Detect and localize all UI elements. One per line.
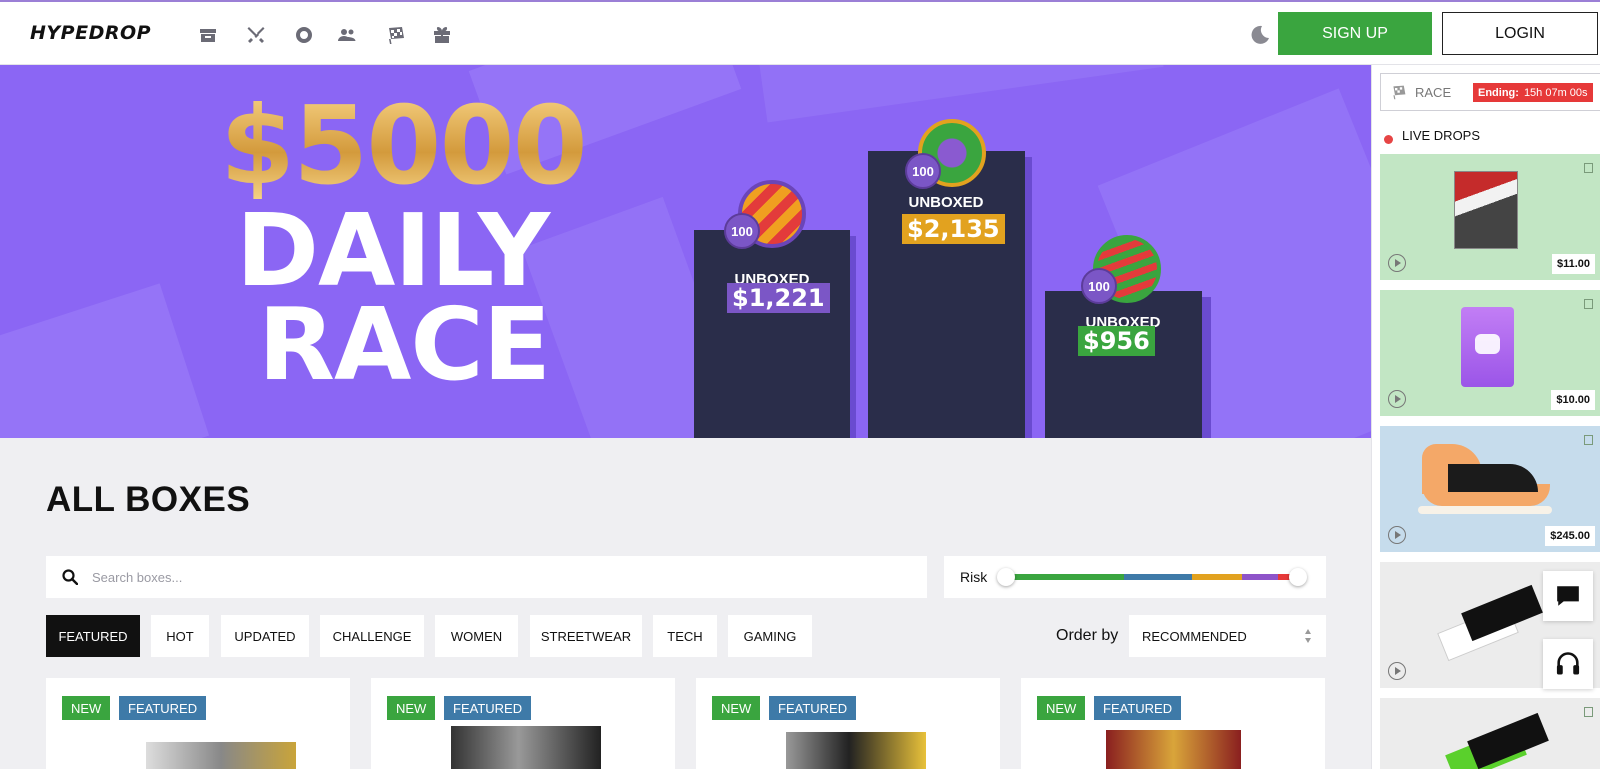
unboxed-label: UNBOXED	[908, 194, 984, 211]
hd-tickets-green-image	[1440, 712, 1549, 769]
podium-shadow	[1201, 297, 1211, 438]
rank-badge: 100	[905, 153, 941, 189]
live-drop-item[interactable]	[1380, 698, 1600, 769]
tab-challenge[interactable]: CHALLENGE	[320, 615, 424, 657]
box-preview-image	[146, 742, 296, 769]
banner-prize-amount: $5000	[220, 84, 588, 209]
chat-bubble-icon	[1557, 586, 1579, 606]
page-title: ALL BOXES	[46, 480, 251, 519]
tab-women[interactable]: WOMEN	[435, 615, 518, 657]
order-by-value: RECOMMENDED	[1142, 628, 1247, 644]
tab-streetwear[interactable]: STREETWEAR	[530, 615, 642, 657]
checker-decor	[0, 283, 210, 438]
featured-badge: FEATURED	[769, 696, 857, 720]
play-icon[interactable]	[1388, 254, 1406, 272]
daily-race-banner[interactable]: $5000 DAILY RACE 100 UNBOXED $1,221 100 …	[0, 65, 1371, 438]
order-by-label: Order by	[1056, 627, 1119, 644]
featured-badge: FEATURED	[444, 696, 532, 720]
search-icon	[62, 569, 78, 585]
unboxed-value: $956	[1078, 326, 1155, 356]
race-flag-icon[interactable]	[385, 24, 407, 46]
live-drop-item[interactable]: $245.00	[1380, 426, 1600, 552]
tab-updated[interactable]: UPDATED	[221, 615, 309, 657]
featured-badge: FEATURED	[119, 696, 207, 720]
support-button[interactable]	[1543, 639, 1593, 689]
box-preview-image	[451, 726, 601, 769]
risk-label: Risk	[960, 569, 988, 585]
tab-hot[interactable]: HOT	[151, 615, 209, 657]
drop-price: $11.00	[1551, 254, 1595, 274]
search-input[interactable]	[92, 569, 892, 585]
game-cover-image	[1454, 171, 1518, 249]
drop-checkbox-icon	[1584, 707, 1593, 717]
tab-gaming[interactable]: GAMING	[728, 615, 812, 657]
banner-title-race: RACE	[258, 286, 551, 403]
unboxed-value: $2,135	[902, 214, 1005, 244]
rank-badge: 100	[1081, 268, 1117, 304]
new-badge: NEW	[712, 696, 761, 720]
live-drop-item[interactable]: $10.00	[1380, 290, 1600, 416]
affiliates-icon[interactable]	[336, 24, 358, 46]
play-icon[interactable]	[1388, 662, 1406, 680]
race-widget[interactable]: RACE Ending: 15h 07m 00s	[1380, 73, 1600, 111]
hd-tickets-image	[1437, 584, 1543, 662]
race-label: RACE	[1415, 84, 1452, 100]
new-badge: NEW	[1037, 696, 1086, 720]
featured-badge: FEATURED	[1094, 696, 1182, 720]
drop-checkbox-icon	[1584, 163, 1593, 173]
top-header: HYPEDROP SIGN UP LOGIN	[0, 0, 1600, 65]
unboxed-value: $1,221	[727, 283, 830, 313]
ending-label: Ending:	[1478, 86, 1519, 99]
new-badge: NEW	[62, 696, 111, 720]
ending-countdown: 15h 07m 00s	[1523, 86, 1588, 99]
live-drops-label: LIVE DROPS	[1402, 128, 1481, 143]
tab-featured[interactable]: FEATURED	[46, 615, 140, 657]
order-by-select[interactable]: RECOMMENDED	[1129, 615, 1326, 657]
drop-price: $245.00	[1545, 526, 1595, 546]
signup-button[interactable]: SIGN UP	[1278, 12, 1432, 55]
sneaker-image	[1418, 444, 1554, 518]
rewards-gift-icon[interactable]	[431, 24, 453, 46]
play-icon[interactable]	[1388, 390, 1406, 408]
chat-button[interactable]	[1543, 571, 1593, 621]
podium-left	[694, 230, 850, 438]
drop-checkbox-icon	[1584, 299, 1593, 309]
play-icon[interactable]	[1388, 526, 1406, 544]
tab-tech[interactable]: TECH	[653, 615, 717, 657]
search-bar[interactable]	[46, 556, 927, 598]
battles-icon[interactable]	[245, 24, 267, 46]
deals-icon[interactable]	[293, 24, 315, 46]
discord-nitro-card-image	[1461, 307, 1514, 387]
live-drop-item[interactable]: $11.00	[1380, 154, 1600, 280]
risk-filter: Risk	[944, 556, 1326, 598]
drop-checkbox-icon	[1584, 435, 1593, 445]
risk-max-handle[interactable]	[1289, 568, 1307, 586]
drop-price: $10.00	[1551, 390, 1595, 410]
checker-decor	[756, 65, 1164, 123]
box-card[interactable]: NEW FEATURED	[696, 678, 1000, 769]
race-ending-badge: Ending: 15h 07m 00s	[1473, 83, 1593, 102]
risk-min-handle[interactable]	[997, 568, 1015, 586]
new-badge: NEW	[387, 696, 436, 720]
box-card[interactable]: NEW FEATURED	[371, 678, 675, 769]
rank-badge: 100	[724, 213, 760, 249]
live-indicator-dot	[1384, 135, 1393, 144]
risk-slider-track[interactable]	[1006, 574, 1304, 580]
boxes-icon[interactable]	[197, 24, 219, 46]
hypedrop-logo[interactable]: HYPEDROP	[30, 22, 151, 44]
race-flag-icon	[1393, 85, 1406, 100]
sort-arrows-icon	[1305, 629, 1311, 643]
box-preview-image	[786, 732, 926, 769]
dark-mode-toggle-icon[interactable]	[1248, 24, 1270, 46]
headset-icon	[1556, 652, 1580, 675]
box-card[interactable]: NEW FEATURED	[46, 678, 350, 769]
login-button[interactable]: LOGIN	[1442, 12, 1598, 55]
box-preview-image	[1106, 730, 1241, 769]
box-card[interactable]: NEW FEATURED	[1021, 678, 1325, 769]
